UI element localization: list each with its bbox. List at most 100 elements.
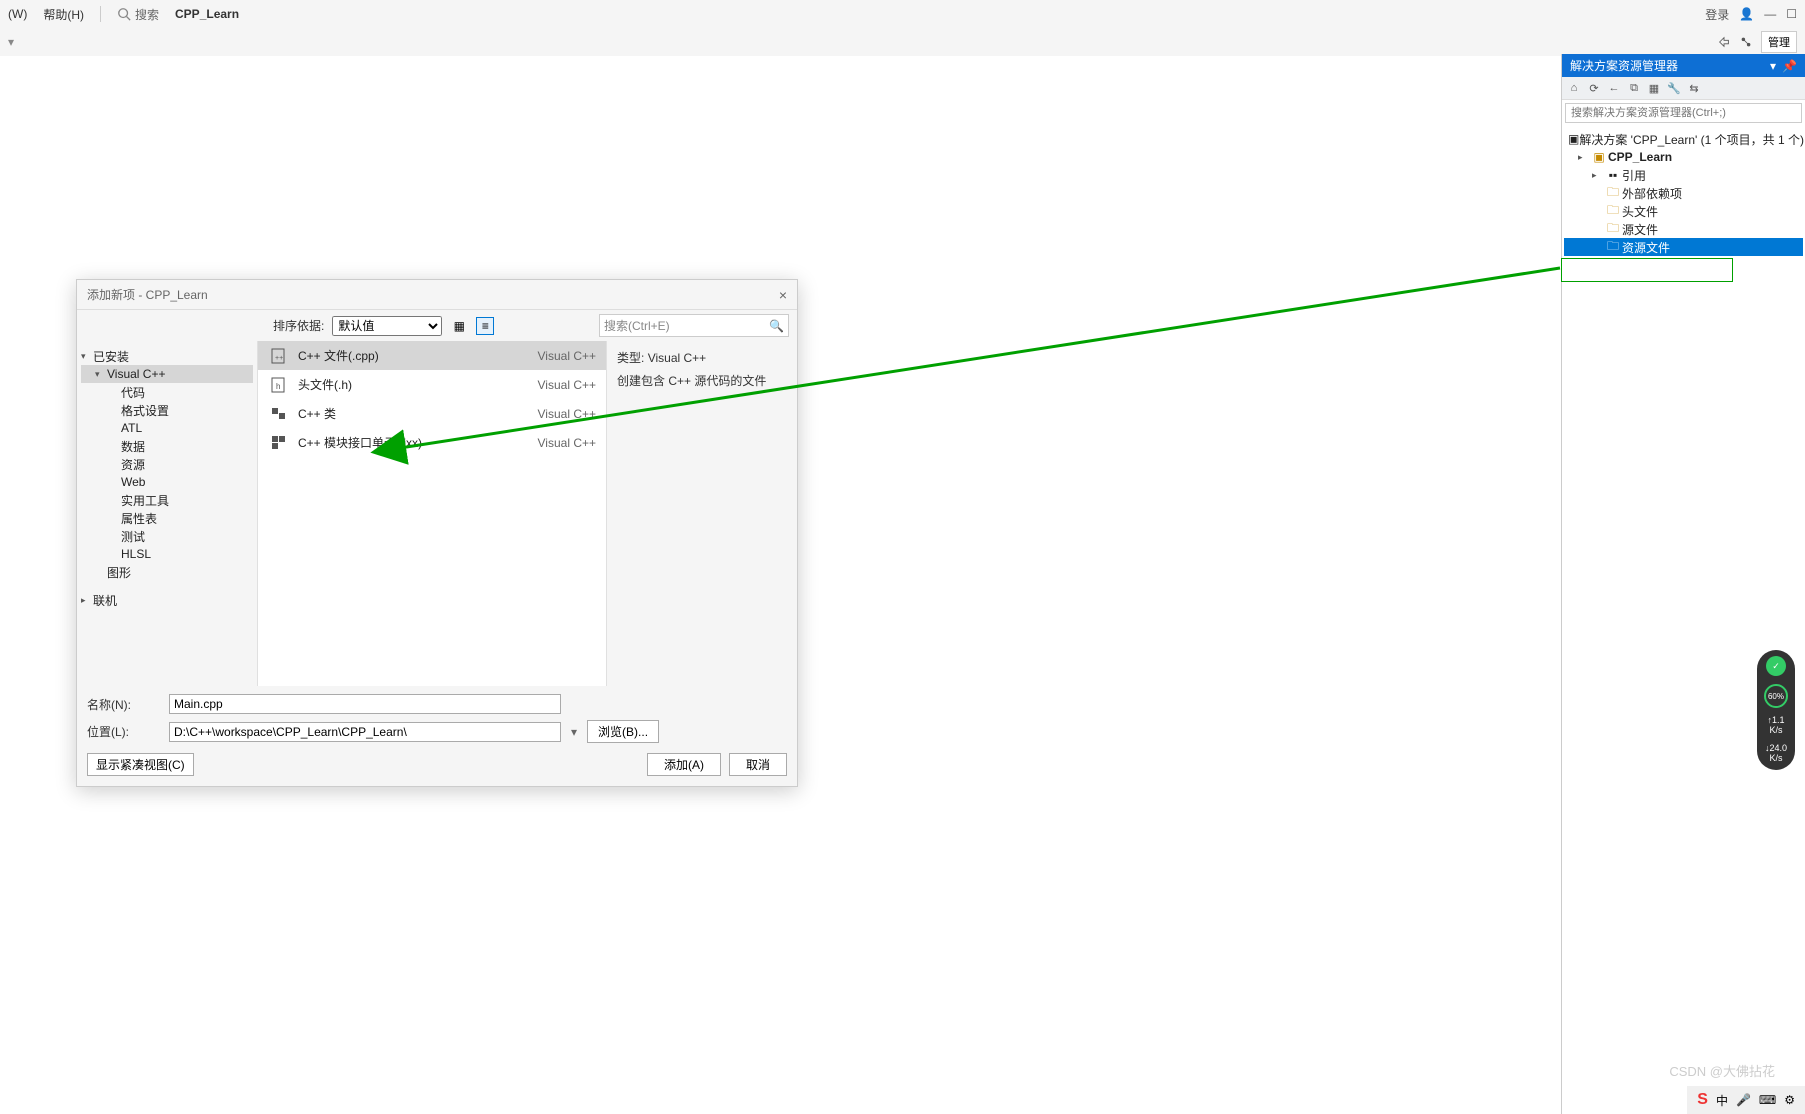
search-icon <box>117 7 131 21</box>
status-ok-icon: ✓ <box>1766 656 1786 676</box>
location-label: 位置(L): <box>87 723 159 740</box>
category-code[interactable]: 代码 <box>81 383 253 401</box>
template-cpp-class[interactable]: C++ 类 Visual C++ <box>258 399 606 428</box>
category-tree: ▾已安装 ▾Visual C++ 代码 格式设置 ATL 数据 资源 Web 实… <box>77 341 257 686</box>
solution-explorer-panel: 解决方案资源管理器 ▾ 📌 ⌂ ⟳ ← ⧉ ▦ 🔧 ⇆ ▣ 解决方案 'CPP_… <box>1561 54 1805 1114</box>
sort-dropdown[interactable]: 默认值 <box>332 316 442 336</box>
search-icon: 🔍 <box>769 319 784 333</box>
preview-icon[interactable]: ⇆ <box>1686 80 1702 96</box>
solution-root-label: 解决方案 'CPP_Learn' (1 个项目，共 1 个) <box>1579 131 1804 148</box>
solution-icon: ▣ <box>1568 132 1579 146</box>
category-graphics[interactable]: 图形 <box>81 563 253 581</box>
category-resource[interactable]: 资源 <box>81 455 253 473</box>
template-description: 类型: Visual C++ 创建包含 C++ 源代码的文件 <box>607 341 797 686</box>
name-input[interactable] <box>169 694 561 714</box>
user-icon[interactable]: 👤 <box>1739 7 1754 21</box>
mic-icon[interactable]: 🎤 <box>1736 1093 1751 1107</box>
tray-icon[interactable]: ⚙ <box>1784 1093 1795 1107</box>
home-icon[interactable]: ⌂ <box>1566 80 1582 96</box>
expand-icon[interactable]: ▸ <box>1592 170 1604 181</box>
project-label: CPP_Learn <box>1608 150 1672 164</box>
resource-files-node[interactable]: 🗀 资源文件 <box>1564 238 1803 256</box>
svg-text:h: h <box>276 382 280 391</box>
dialog-footer: 名称(N): 位置(L): ▾ 浏览(B)... 显示紧凑视图(C) 添加(A)… <box>77 686 797 786</box>
search-box-top[interactable]: 搜索 <box>117 6 159 23</box>
template-search-input[interactable]: 搜索(Ctrl+E) 🔍 <box>599 314 789 337</box>
references-node[interactable]: ▸ ▪▪ 引用 <box>1564 166 1803 184</box>
references-icon: ▪▪ <box>1604 168 1622 182</box>
minimize-button[interactable]: — <box>1764 7 1776 21</box>
template-module-interface[interactable]: C++ 模块接口单元(.ixx) Visual C++ <box>258 428 606 457</box>
back-icon[interactable]: ← <box>1606 80 1622 96</box>
solution-explorer-title: 解决方案资源管理器 <box>1570 57 1678 74</box>
manage-button[interactable]: 管理 <box>1761 31 1797 53</box>
desc-type-label: 类型: <box>617 351 644 365</box>
solution-explorer-title-bar: 解决方案资源管理器 ▾ 📌 <box>1562 54 1805 77</box>
template-cpp-file[interactable]: ++ C++ 文件(.cpp) Visual C++ <box>258 341 606 370</box>
sogou-icon[interactable]: S <box>1697 1091 1708 1109</box>
sync-icon[interactable]: ⟳ <box>1586 80 1602 96</box>
browse-button[interactable]: 浏览(B)... <box>587 720 659 743</box>
dialog-title-bar: 添加新项 - CPP_Learn × <box>77 280 797 309</box>
dialog-title: 添加新项 - CPP_Learn <box>87 286 208 303</box>
cancel-button[interactable]: 取消 <box>729 753 787 776</box>
solution-explorer-toolbar: ⌂ ⟳ ← ⧉ ▦ 🔧 ⇆ <box>1562 77 1805 100</box>
template-header-file[interactable]: h 头文件(.h) Visual C++ <box>258 370 606 399</box>
template-list: ++ C++ 文件(.cpp) Visual C++ h 头文件(.h) Vis… <box>257 341 607 686</box>
taskbar-fragment: S 中 🎤 ⌨ ⚙ <box>1687 1086 1805 1114</box>
menu-window[interactable]: (W) <box>8 7 27 21</box>
category-online[interactable]: ▸联机 <box>81 591 253 609</box>
location-input[interactable] <box>169 722 561 742</box>
desc-type-value: Visual C++ <box>648 351 706 365</box>
project-node[interactable]: ▸ ▣ CPP_Learn <box>1564 148 1803 166</box>
compact-view-button[interactable]: 显示紧凑视图(C) <box>87 753 194 776</box>
desc-summary: 创建包含 C++ 源代码的文件 <box>617 372 787 389</box>
category-format[interactable]: 格式设置 <box>81 401 253 419</box>
cpp-class-icon <box>268 405 290 423</box>
keyboard-icon[interactable]: ⌨ <box>1759 1093 1776 1107</box>
view-list-icon[interactable]: ≡ <box>476 317 494 335</box>
external-deps-node[interactable]: 🗀 外部依赖项 <box>1564 184 1803 202</box>
source-files-label: 源文件 <box>1622 221 1658 238</box>
source-files-node[interactable]: 🗀 源文件 <box>1564 220 1803 238</box>
header-file-icon: h <box>268 376 290 394</box>
close-button[interactable]: × <box>779 287 787 303</box>
dialog-toolbar: 排序依据: 默认值 ▦ ≡ 搜索(Ctrl+E) 🔍 <box>77 310 797 341</box>
category-web[interactable]: Web <box>81 473 253 491</box>
sort-label: 排序依据: <box>273 317 324 334</box>
watermark: CSDN @大佛拈花 <box>1669 1061 1775 1080</box>
category-visual-cpp[interactable]: ▾Visual C++ <box>81 365 253 383</box>
solution-root[interactable]: ▣ 解决方案 'CPP_Learn' (1 个项目，共 1 个) <box>1564 130 1803 148</box>
share-icon[interactable] <box>1717 35 1731 49</box>
login-link[interactable]: 登录 <box>1705 6 1729 23</box>
folder-icon: 🗀 <box>1604 237 1622 258</box>
system-monitor-widget[interactable]: ✓ 60% ↑1.1K/s ↓24.0K/s <box>1757 650 1795 770</box>
expand-icon[interactable]: ▸ <box>1578 152 1590 163</box>
category-propsheet[interactable]: 属性表 <box>81 509 253 527</box>
solution-search-input[interactable] <box>1565 103 1802 123</box>
category-installed[interactable]: ▾已安装 <box>81 347 253 365</box>
upload-speed: ↑1.1K/s <box>1767 716 1784 736</box>
category-test[interactable]: 测试 <box>81 527 253 545</box>
category-hlsl[interactable]: HLSL <box>81 545 253 563</box>
search-placeholder: 搜索(Ctrl+E) <box>604 317 670 334</box>
show-all-icon[interactable]: ▦ <box>1646 80 1662 96</box>
maximize-button[interactable]: ☐ <box>1786 7 1797 21</box>
view-tiles-icon[interactable]: ▦ <box>450 317 468 335</box>
category-data[interactable]: 数据 <box>81 437 253 455</box>
copy-icon[interactable]: ⧉ <box>1626 80 1642 96</box>
add-new-item-dialog: 添加新项 - CPP_Learn × 排序依据: 默认值 ▦ ≡ 搜索(Ctrl… <box>76 279 798 787</box>
menu-help[interactable]: 帮助(H) <box>43 6 84 23</box>
category-util[interactable]: 实用工具 <box>81 491 253 509</box>
live-share-icon[interactable] <box>1739 35 1753 49</box>
toolbar-dropdown-icon[interactable]: ▾ <box>8 35 14 49</box>
menu-separator <box>100 6 101 22</box>
properties-icon[interactable]: 🔧 <box>1666 80 1682 96</box>
category-atl[interactable]: ATL <box>81 419 253 437</box>
svg-text:++: ++ <box>275 355 283 362</box>
panel-dropdown-icon[interactable]: ▾ <box>1770 59 1776 73</box>
ime-status[interactable]: 中 <box>1716 1092 1728 1109</box>
header-files-node[interactable]: 🗀 头文件 <box>1564 202 1803 220</box>
pin-icon[interactable]: 📌 <box>1782 59 1797 73</box>
add-button[interactable]: 添加(A) <box>647 753 721 776</box>
